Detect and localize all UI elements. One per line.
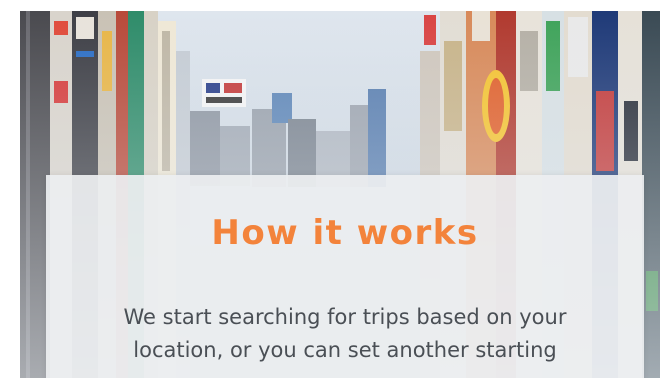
how-it-works-card: How it works We start searching for trip… [46,175,644,378]
page-viewport: How it works We start searching for trip… [20,11,660,378]
section-description: We start searching for trips based on yo… [123,305,567,362]
section-title: How it works [211,213,479,253]
